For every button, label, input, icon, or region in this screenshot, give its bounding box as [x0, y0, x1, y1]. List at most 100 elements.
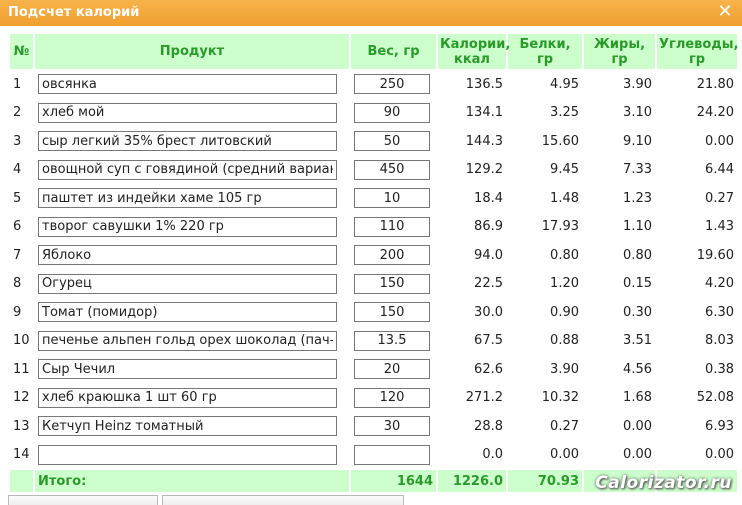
calories-cell: 94.0: [474, 247, 503, 263]
row-number: 10: [13, 333, 30, 349]
weight-input[interactable]: [354, 273, 430, 294]
weight-input[interactable]: [354, 330, 430, 351]
row-number: 7: [13, 247, 22, 263]
weight-cell: [351, 157, 436, 184]
table-row: 10 67.5 0.88 3.51 8.03: [10, 328, 737, 355]
fat-cell: 3.51: [623, 333, 652, 349]
protein-cell: 0.88: [550, 333, 579, 349]
product-cell: [35, 214, 349, 241]
product-input[interactable]: [38, 245, 337, 266]
product-input[interactable]: [38, 102, 337, 123]
product-input[interactable]: [38, 74, 337, 95]
product-input[interactable]: [38, 444, 337, 465]
product-input[interactable]: [38, 273, 337, 294]
calories-cell: 67.5: [474, 333, 503, 349]
product-input[interactable]: [38, 359, 337, 380]
weight-input[interactable]: [354, 444, 430, 465]
total-weight: 1644: [351, 470, 436, 492]
protein-cell: 3.90: [550, 361, 579, 377]
product-cell: [35, 356, 349, 383]
product-cell: [35, 157, 349, 184]
product-input[interactable]: [38, 387, 337, 408]
weight-input[interactable]: [354, 188, 430, 209]
protein-cell: 15.60: [541, 133, 579, 149]
protein-cell: 17.93: [541, 219, 579, 235]
header-product: Продукт: [35, 34, 349, 69]
product-input[interactable]: [38, 188, 337, 209]
weight-input[interactable]: [354, 216, 430, 237]
table-row: 8 22.5 1.20 0.15 4.20: [10, 271, 737, 298]
row-number: 9: [13, 304, 22, 320]
fat-cell: 1.10: [623, 219, 652, 235]
weight-cell: [351, 128, 436, 155]
row-number: 11: [13, 361, 30, 377]
weight-input[interactable]: [354, 159, 430, 180]
weight-cell: [351, 385, 436, 412]
window-title: Подсчет калорий: [8, 5, 140, 20]
carbs-cell: 6.30: [705, 304, 734, 320]
close-icon[interactable]: ✕: [716, 1, 734, 23]
table-row: 3 144.3 15.60 9.10 0.00: [10, 128, 737, 155]
product-cell: [35, 442, 349, 469]
fat-cell: 0.00: [623, 418, 652, 434]
table-row: 13 28.8 0.27 0.00 6.93: [10, 413, 737, 440]
calories-cell: 86.9: [474, 219, 503, 235]
weight-cell: [351, 71, 436, 98]
table-row: 4 129.2 9.45 7.33 6.44: [10, 157, 737, 184]
product-input[interactable]: [38, 302, 337, 323]
product-input[interactable]: [38, 416, 337, 437]
calories-cell: 18.4: [474, 190, 503, 206]
weight-cell: [351, 356, 436, 383]
table-row: 7 94.0 0.80 0.80 19.60: [10, 242, 737, 269]
fat-cell: 0.15: [623, 276, 652, 292]
product-input[interactable]: [38, 330, 337, 351]
product-cell: [35, 385, 349, 412]
fat-cell: 1.68: [623, 390, 652, 406]
product-cell: [35, 299, 349, 326]
table-row: 9 30.0 0.90 0.30 6.30: [10, 299, 737, 326]
weight-input[interactable]: [354, 131, 430, 152]
fat-cell: 7.33: [623, 162, 652, 178]
total-label: Итого:: [35, 470, 349, 492]
protein-cell: 1.20: [550, 276, 579, 292]
calories-cell: 0.0: [482, 447, 503, 463]
bottom-button-left[interactable]: [8, 495, 158, 505]
calories-cell: 22.5: [474, 276, 503, 292]
weight-cell: [351, 442, 436, 469]
table-row: 1 136.5 4.95 3.90 21.80: [10, 71, 737, 98]
product-input[interactable]: [38, 159, 337, 180]
row-number: 6: [13, 219, 22, 235]
product-input[interactable]: [38, 131, 337, 152]
bottom-button-right[interactable]: [162, 495, 404, 505]
protein-cell: 9.45: [550, 162, 579, 178]
carbs-cell: 21.80: [696, 76, 734, 92]
weight-input[interactable]: [354, 359, 430, 380]
weight-input[interactable]: [354, 302, 430, 323]
weight-input[interactable]: [354, 416, 430, 437]
row-number: 8: [13, 276, 22, 292]
carbs-cell: 0.00: [705, 447, 734, 463]
carbs-cell: 6.44: [705, 162, 734, 178]
weight-input[interactable]: [354, 387, 430, 408]
weight-input[interactable]: [354, 245, 430, 266]
calories-cell: 271.2: [465, 390, 503, 406]
fat-cell: 1.23: [623, 190, 652, 206]
calories-cell: 134.1: [465, 105, 503, 121]
row-number: 12: [13, 390, 30, 406]
row-number: 5: [13, 190, 22, 206]
carbs-cell: 19.60: [696, 247, 734, 263]
table-row: 14 0.0 0.00 0.00 0.00: [10, 442, 737, 469]
row-number: 14: [13, 447, 30, 463]
row-number: 3: [13, 133, 22, 149]
table-row: 6 86.9 17.93 1.10 1.43: [10, 214, 737, 241]
weight-input[interactable]: [354, 102, 430, 123]
row-number: 2: [13, 105, 22, 121]
product-input[interactable]: [38, 216, 337, 237]
product-cell: [35, 413, 349, 440]
weight-input[interactable]: [354, 74, 430, 95]
weight-cell: [351, 413, 436, 440]
calorie-table: № Продукт Вес, гр Калории, ккал Белки, г…: [8, 32, 739, 494]
table-row: 11 62.6 3.90 4.56 0.38: [10, 356, 737, 383]
weight-cell: [351, 185, 436, 212]
protein-cell: 0.00: [550, 447, 579, 463]
